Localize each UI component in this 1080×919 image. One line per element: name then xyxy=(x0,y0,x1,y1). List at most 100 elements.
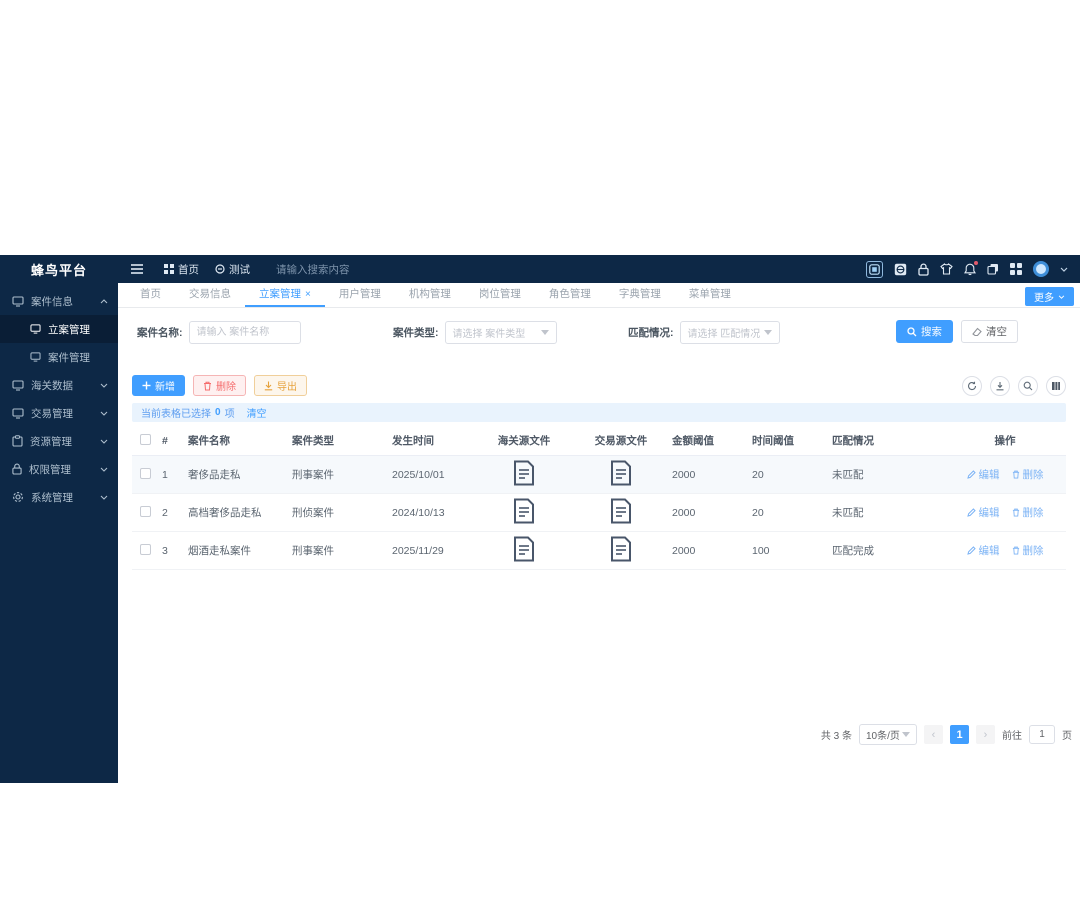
document-icon[interactable] xyxy=(610,460,632,486)
next-page-button[interactable]: › xyxy=(976,725,995,744)
goto-page-input[interactable]: 1 xyxy=(1029,725,1055,744)
delete-link[interactable]: 删除 xyxy=(1012,467,1044,482)
delete-button[interactable]: 删除 xyxy=(193,375,246,396)
add-button[interactable]: 新增 xyxy=(132,375,185,396)
col-date: 发生时间 xyxy=(388,426,474,456)
export-button[interactable]: 导出 xyxy=(254,375,307,396)
search-icon[interactable] xyxy=(1018,375,1038,396)
prev-page-button[interactable]: ‹ xyxy=(924,725,943,744)
nav-home[interactable]: 首页 xyxy=(164,262,199,277)
case-type-label: 案件类型: xyxy=(393,326,439,339)
trash-icon xyxy=(1012,470,1019,479)
document-icon[interactable] xyxy=(610,498,632,524)
user-avatar[interactable] xyxy=(1033,261,1049,277)
notification-bell-icon[interactable] xyxy=(964,260,978,276)
row-index: 3 xyxy=(158,531,184,570)
tab-trade-info[interactable]: 交易信息 xyxy=(175,283,245,307)
case-name-cell: 高档奢侈品走私 xyxy=(184,493,288,532)
edit-link[interactable]: 编辑 xyxy=(966,505,1000,520)
tab-user-mgmt[interactable]: 用户管理 xyxy=(325,283,395,307)
date-cell: 2025/11/29 xyxy=(388,531,474,570)
sidebar-item-trade-mgmt[interactable]: 交易管理 xyxy=(0,399,118,427)
document-icon[interactable] xyxy=(513,460,535,486)
date-cell: 2024/10/13 xyxy=(388,493,474,532)
edit-link[interactable]: 编辑 xyxy=(966,467,1000,482)
search-icon xyxy=(907,326,917,336)
case-name-cell: 奢侈品走私 xyxy=(184,455,288,494)
tab-dict-mgmt[interactable]: 字典管理 xyxy=(605,283,675,307)
home-grid-icon xyxy=(164,264,174,274)
columns-icon[interactable] xyxy=(1046,375,1066,396)
copy-icon[interactable] xyxy=(987,263,999,275)
delete-link[interactable]: 删除 xyxy=(1012,543,1044,558)
language-icon[interactable] xyxy=(894,263,907,276)
search-button[interactable]: 搜索 xyxy=(896,320,953,343)
col-trade-file: 交易源文件 xyxy=(574,426,668,456)
edit-link[interactable]: 编辑 xyxy=(966,543,1000,558)
screen-icon[interactable] xyxy=(866,260,883,278)
tab-menu-mgmt[interactable]: 菜单管理 xyxy=(675,283,745,307)
col-case-name: 案件名称 xyxy=(184,426,288,456)
search-button-label: 搜索 xyxy=(921,326,942,338)
chevron-down-icon xyxy=(902,732,910,737)
sidebar-item-case-info[interactable]: 案件信息 xyxy=(0,287,118,315)
match-status-select[interactable]: 请选择 匹配情况 xyxy=(679,320,780,344)
theme-skin-icon[interactable] xyxy=(940,263,953,275)
sidebar-item-filing-mgmt[interactable]: 立案管理 xyxy=(0,315,118,343)
pencil-icon xyxy=(966,546,976,555)
filter-row: 案件名称: 案件类型: 请选择 案件类型 匹配情况: 请选择 匹配情况 xyxy=(132,320,1066,344)
pencil-icon xyxy=(966,508,976,517)
col-case-type: 案件类型 xyxy=(288,426,388,456)
hamburger-menu-icon[interactable] xyxy=(130,263,144,275)
apps-grid-icon[interactable] xyxy=(1010,263,1022,275)
select-all-checkbox[interactable] xyxy=(139,433,151,445)
row-index: 2 xyxy=(158,493,184,532)
tab-org-mgmt[interactable]: 机构管理 xyxy=(395,283,465,307)
global-search-input[interactable]: 请输入搜索内容 xyxy=(276,262,406,277)
sidebar-item-customs-data[interactable]: 海关数据 xyxy=(0,371,118,399)
sidebar-item-case-mgmt[interactable]: 案件管理 xyxy=(0,343,118,371)
trash-icon xyxy=(1012,546,1019,555)
document-icon[interactable] xyxy=(513,498,535,524)
sidebar-item-resource-mgmt[interactable]: 资源管理 xyxy=(0,427,118,455)
selection-clear-link[interactable]: 清空 xyxy=(247,405,267,420)
document-icon[interactable] xyxy=(513,536,535,562)
sidebar-item-system-mgmt[interactable]: 系统管理 xyxy=(0,483,118,511)
topbar-nav: 首页 测试 xyxy=(164,262,250,277)
lock-icon xyxy=(12,463,22,475)
chevron-up-icon xyxy=(100,298,108,304)
tab-role-mgmt[interactable]: 角色管理 xyxy=(535,283,605,307)
row-checkbox[interactable] xyxy=(139,467,151,479)
col-amount-threshold: 金额阈值 xyxy=(668,426,748,456)
amount-threshold-cell: 2000 xyxy=(668,493,748,532)
close-icon[interactable]: × xyxy=(305,289,311,300)
current-page-button[interactable]: 1 xyxy=(950,725,969,744)
document-icon[interactable] xyxy=(610,536,632,562)
tabs-more-button[interactable]: 更多 xyxy=(1025,287,1074,306)
case-type-select[interactable]: 请选择 案件类型 xyxy=(444,320,557,344)
lock-icon[interactable] xyxy=(918,262,929,276)
row-checkbox[interactable] xyxy=(139,543,151,555)
delete-link[interactable]: 删除 xyxy=(1012,505,1044,520)
nav-test[interactable]: 测试 xyxy=(215,262,250,277)
sidebar-item-label: 权限管理 xyxy=(29,463,71,476)
clear-button[interactable]: 清空 xyxy=(961,320,1018,343)
monitor-icon xyxy=(12,407,24,419)
tab-home[interactable]: 首页 xyxy=(126,283,175,307)
tab-filing-mgmt[interactable]: 立案管理 × xyxy=(245,283,325,307)
edit-label: 编辑 xyxy=(978,469,1000,481)
sidebar-item-permission-mgmt[interactable]: 权限管理 xyxy=(0,455,118,483)
chevron-down-icon[interactable] xyxy=(1060,267,1068,272)
row-checkbox[interactable] xyxy=(139,505,151,517)
pencil-icon xyxy=(966,470,976,479)
page-size-select[interactable]: 10条/页 xyxy=(859,724,917,745)
refresh-icon[interactable] xyxy=(962,375,982,396)
nav-test-label: 测试 xyxy=(229,263,250,276)
tab-post-mgmt[interactable]: 岗位管理 xyxy=(465,283,535,307)
download-icon[interactable] xyxy=(990,375,1010,396)
table-row: 3 烟酒走私案件 刑事案件 2025/11/29 2000 100 匹配完成 编… xyxy=(132,531,1066,570)
circle-minus-icon xyxy=(215,264,225,274)
case-name-input[interactable] xyxy=(188,320,301,344)
trash-icon xyxy=(1012,508,1019,517)
table-row: 2 高档奢侈品走私 刑侦案件 2024/10/13 2000 20 未匹配 编辑… xyxy=(132,493,1066,532)
